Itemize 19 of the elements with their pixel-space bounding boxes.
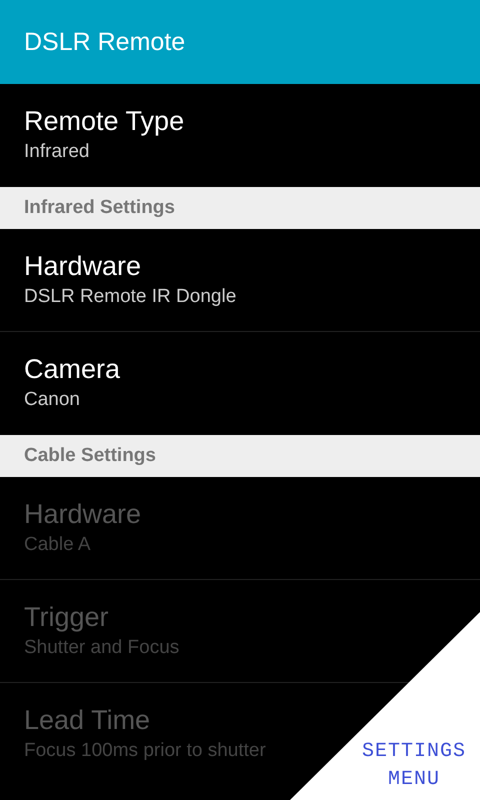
app-title: DSLR Remote — [24, 28, 186, 56]
preference-summary: Focus 100ms prior to shutter — [24, 739, 266, 763]
preference-item[interactable]: Camera Canon — [0, 332, 480, 435]
preference-title: Lead Time — [24, 704, 150, 737]
section-title: Infrared Settings — [24, 197, 175, 219]
preference-title: Hardware — [24, 250, 142, 283]
section-title: Cable Settings — [24, 445, 156, 467]
preference-summary: DSLR Remote IR Dongle — [24, 285, 236, 309]
preference-summary: Infrared — [24, 140, 90, 164]
preference-summary: Cable A — [24, 533, 91, 557]
preference-item[interactable]: Remote Type Infrared — [0, 84, 480, 187]
preference-summary: Shutter and Focus — [24, 636, 180, 660]
preference-title: Remote Type — [24, 105, 184, 138]
preference-title: Trigger — [24, 601, 109, 634]
preference-title: Camera — [24, 353, 120, 386]
preference-item[interactable]: Hardware DSLR Remote IR Dongle — [0, 229, 480, 332]
preference-summary: Canon — [24, 388, 80, 412]
settings-corner-menu[interactable]: SETTINGS MENU — [290, 612, 480, 800]
preference-title: Hardware — [24, 498, 142, 531]
